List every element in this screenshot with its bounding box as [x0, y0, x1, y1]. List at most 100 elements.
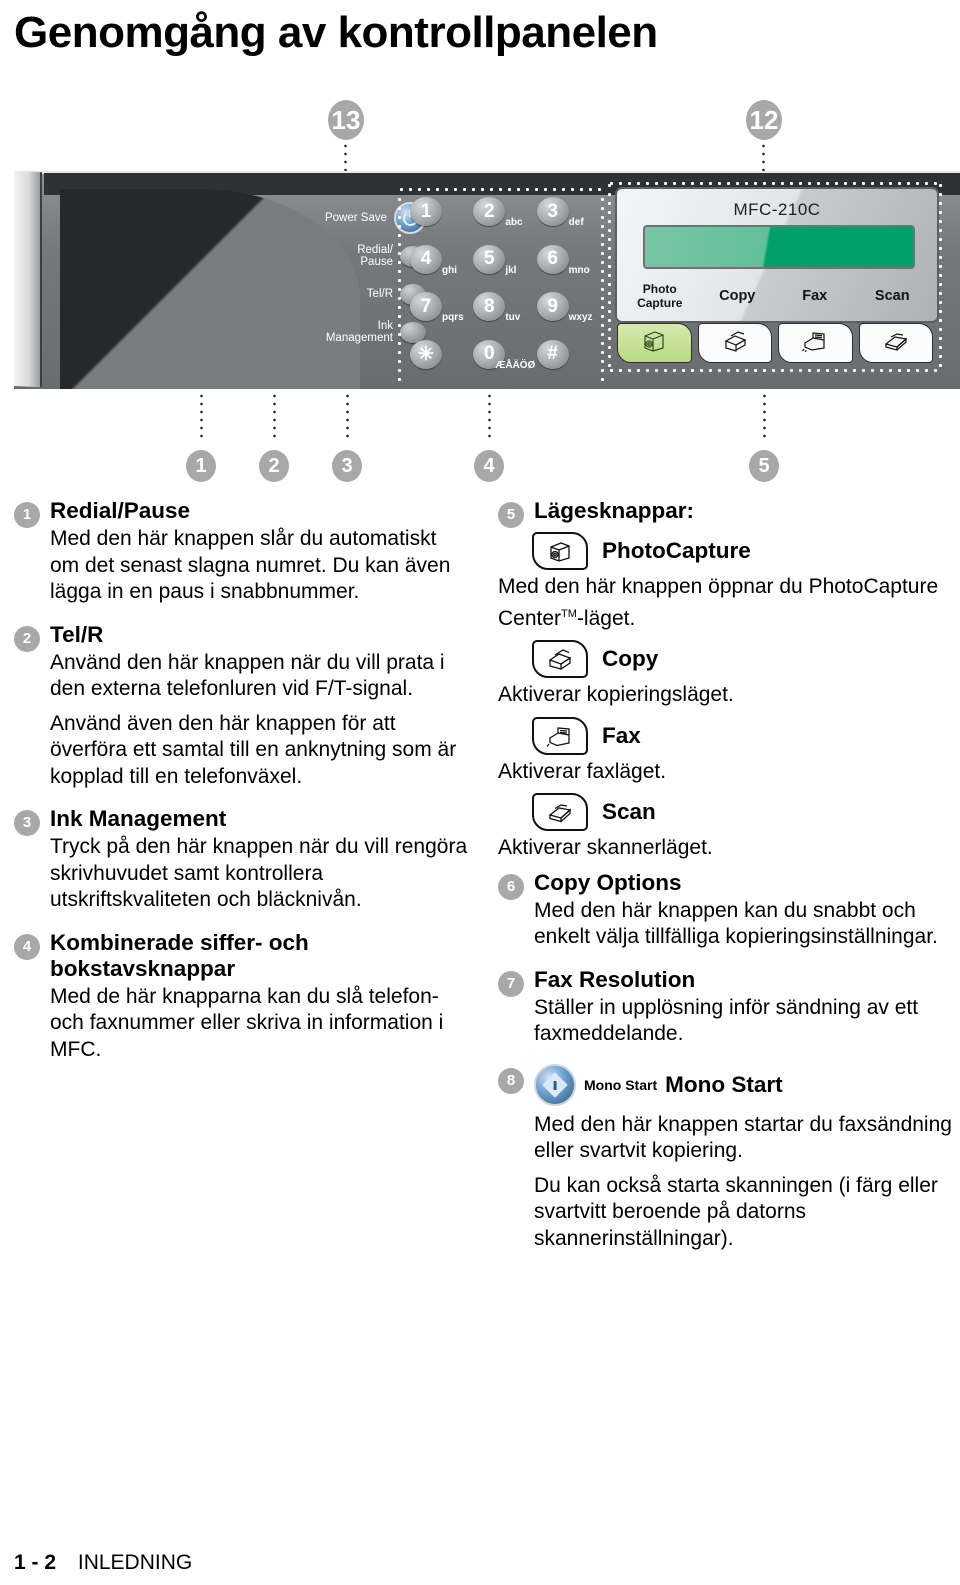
panel-button-redial-pause-label: Redial/ Pause	[357, 244, 393, 268]
item-badge-6: 6	[498, 873, 524, 900]
trademark-mark: TM	[561, 607, 577, 620]
mono-start-icon	[534, 1063, 576, 1106]
keypad-key-1[interactable]: 1	[406, 195, 469, 243]
callout-badge-2: 2	[259, 450, 289, 482]
keypad-key-letters: ÆÅÄÖØ	[495, 359, 536, 371]
list-item: 4 Kombinerade siffer- och bokstavsknappa…	[14, 930, 469, 1076]
panel-button-redial-pause[interactable]: Redial/ Pause	[196, 239, 426, 273]
perforation-left	[397, 195, 402, 385]
panel-button-ink-management-label: Ink Management	[325, 320, 393, 344]
keypad-key-digit: 4	[410, 244, 442, 274]
panel-mode-label-fax: Fax	[802, 288, 828, 304]
callout-badge-13: 13	[328, 100, 364, 140]
leader-line-5	[763, 392, 766, 440]
item-text: Med den här knappen startar du faxsändni…	[534, 1112, 952, 1163]
keypad-key-digit: 3	[536, 197, 569, 226]
page-title: Genomgång av kontrollpanelen	[14, 8, 658, 57]
keypad-key-letters: def	[568, 217, 584, 228]
item-text: Med den här knappen slår du automatiskt …	[50, 527, 451, 603]
item-badge-1: 1	[14, 502, 40, 528]
item-heading-copy-options: Copy Options	[534, 869, 682, 895]
keypad-key-letters: tuv	[505, 312, 521, 323]
keypad-key-4[interactable]: 4 ghi	[406, 243, 469, 291]
callout-badge-1: 1	[186, 450, 216, 482]
keypad-key-digit: 6	[536, 244, 569, 274]
item-text: Med den här knappen kan du snabbt och en…	[534, 898, 938, 949]
keypad-key-digit: 5	[473, 244, 506, 274]
callout-badge-5: 5	[749, 450, 779, 482]
footer-section-name: INLEDNING	[77, 1551, 193, 1574]
keypad-key-9[interactable]: 9 wxyz	[533, 290, 596, 338]
keypad-key-hash[interactable]: #	[533, 338, 596, 386]
item-text: Använd även den här knappen för att över…	[50, 711, 457, 788]
lcd-model-label: MFC-210C	[733, 200, 821, 219]
photocapture-icon	[641, 330, 667, 357]
mode-description-photocapture: Med den här knappen öppnar du PhotoCaptu…	[498, 574, 953, 632]
keypad-key-5[interactable]: 5 jkl	[469, 243, 532, 291]
perforation-bottom	[397, 388, 605, 393]
item-heading-mono-start: Mono Start	[665, 1071, 783, 1097]
item-badge-5: 5	[498, 502, 524, 528]
item-text: Ställer in upplösning inför sändning av …	[534, 995, 919, 1046]
keypad-key-letters: abc	[505, 217, 523, 228]
keypad-key-3[interactable]: 3 def	[533, 195, 596, 243]
panel-mode-buttons[interactable]	[617, 323, 933, 363]
keypad-key-letters: pqrs	[442, 312, 464, 323]
item-badge-3: 3	[14, 810, 40, 836]
item-heading-ink-management: Ink Management	[50, 806, 227, 831]
item-heading-redial-pause: Redial/Pause	[50, 498, 191, 523]
mode-description-fax: Aktiverar faxläget.	[498, 759, 667, 783]
keypad-key-2[interactable]: 2 abc	[469, 195, 532, 243]
panel-mode-label-scan: Scan	[874, 288, 910, 304]
mode-description-copy: Aktiverar kopieringsläget.	[498, 683, 734, 706]
mode-name-scan: Scan	[602, 799, 656, 824]
panel-keypad[interactable]: 1 2 abc 3 def 4 ghi 5 jkl 6 mno 7 pqrs 8 tuv 9 wxyz ✳ 0 ÆÅÄ…	[397, 187, 605, 393]
item-badge-2: 2	[14, 625, 40, 652]
item-badge-8: 8	[498, 1067, 524, 1094]
keypad-key-8[interactable]: 8 tuv	[469, 290, 532, 338]
item-heading-mode-keys: Lägesknappar:	[534, 498, 695, 523]
keypad-key-6[interactable]: 6 mno	[533, 243, 596, 291]
lcd-screen	[643, 225, 915, 269]
panel-mode-label-photocapture: Photo Capture	[637, 282, 683, 310]
keypad-key-star[interactable]: ✳	[406, 338, 469, 386]
item-heading-tel-r: Tel/R	[50, 621, 104, 647]
keypad-key-digit: 8	[473, 292, 506, 321]
panel-button-tel-r[interactable]: Tel/R	[196, 277, 426, 311]
mode-entry-scan: Scan	[532, 793, 953, 831]
panel-mode-button-copy[interactable]	[697, 323, 772, 363]
list-item: 1 Redial/Pause Med den här knappen slår …	[14, 498, 469, 618]
keypad-key-digit: 2	[473, 197, 506, 226]
panel-button-power-save[interactable]: Power Save	[196, 201, 426, 235]
page-footer: 1 - 2 INLEDNING	[14, 1551, 192, 1575]
leader-line-4	[488, 392, 491, 440]
control-panel-illustration: Power Save Redial/ Pause Tel/R Ink Manag…	[0, 165, 960, 395]
keypad-key-7[interactable]: 7 pqrs	[406, 290, 469, 338]
panel-button-ink-management[interactable]: Ink Management	[196, 315, 426, 349]
perforation-top	[397, 187, 605, 192]
mode-name-fax: Fax	[602, 722, 641, 748]
mode-entry-photocapture: PhotoCapture	[532, 532, 953, 570]
item-badge-4: 4	[14, 933, 40, 960]
panel-mode-button-fax[interactable]	[778, 323, 853, 363]
mode-description-scan: Aktiverar skannerläget.	[498, 836, 713, 859]
mode-name-photocapture: PhotoCapture	[602, 538, 751, 563]
panel-button-tel-r-label: Tel/R	[366, 288, 393, 300]
keypad-key-letters: wxyz	[568, 312, 593, 323]
keypad-key-digit: ✳	[410, 339, 442, 369]
keypad-key-0[interactable]: 0 ÆÅÄÖØ	[469, 338, 536, 386]
lcd-face: MFC-210C Photo Capture Copy Fax Scan	[615, 187, 939, 323]
keypad-key-letters: mno	[568, 264, 590, 276]
panel-left-edge	[14, 171, 42, 388]
footer-page-number: 1 - 2	[14, 1551, 57, 1574]
keypad-key-letters: jkl	[505, 264, 517, 276]
panel-mode-button-scan[interactable]	[858, 323, 933, 363]
callout-badge-4: 4	[474, 450, 504, 482]
panel-mode-labels: Photo Capture Copy Fax Scan	[621, 277, 931, 315]
panel-mode-button-photocapture[interactable]	[617, 323, 692, 363]
panel-side-buttons: Power Save Redial/ Pause Tel/R Ink Manag…	[196, 201, 426, 353]
panel-button-power-save-label: Power Save	[324, 212, 387, 224]
item-badge-7: 7	[498, 970, 524, 997]
item-text: Du kan också starta skanningen (i färg e…	[534, 1173, 938, 1250]
scan-icon	[883, 330, 909, 357]
